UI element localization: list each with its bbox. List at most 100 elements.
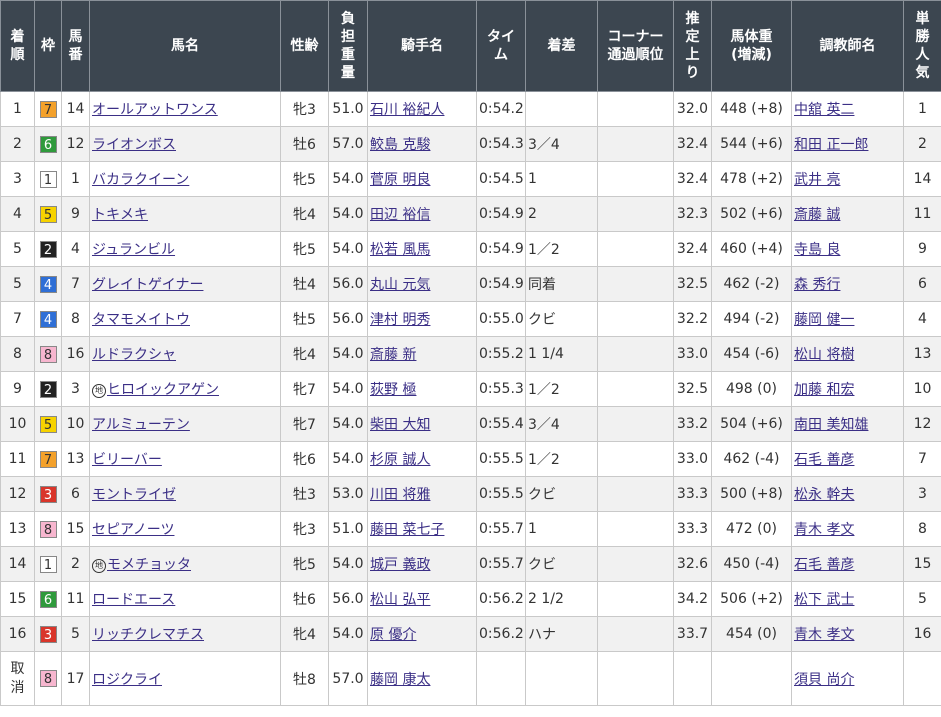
jockey-link[interactable]: 柴田 大知 [370, 417, 430, 433]
margin-cell: 2 1/2 [525, 581, 598, 617]
header-jockey[interactable]: 騎手名 [367, 0, 477, 92]
last3f-cell: 33.3 [673, 476, 712, 512]
table-row: 9 2 3 地ヒロイックアゲン 牝7 54.0 荻野 極 0:55.3 1／2 32.5 498 (… [0, 371, 941, 407]
trainer-link[interactable]: 松下 武士 [794, 592, 854, 608]
header-last3f[interactable]: 推定上り [673, 0, 712, 92]
trainer-link[interactable]: 武井 亮 [794, 172, 840, 188]
last3f-cell: 33.3 [673, 511, 712, 547]
horse-name-link[interactable]: バカラクイーン [92, 172, 189, 188]
sex-age-cell: 牝7 [280, 371, 329, 407]
popularity-cell [903, 651, 941, 706]
table-row: 16 3 5 リッチクレマチス 牝4 54.0 原 優介 0:56.2 ハナ 33.7 454 (0… [0, 616, 941, 652]
popularity-cell: 13 [903, 336, 941, 372]
horse-name-link[interactable]: ヒロイックアゲン [107, 382, 219, 398]
waku-badge: 4 [39, 275, 57, 293]
horse-name-link[interactable]: ロジクライ [92, 672, 162, 688]
jockey-link[interactable]: 藤田 菜七子 [370, 522, 444, 538]
jockey-cell: 鮫島 克駿 [367, 126, 477, 162]
body-weight-cell: 504 (+6) [711, 406, 792, 442]
jockey-link[interactable]: 松山 弘平 [370, 592, 430, 608]
last3f-cell: 34.2 [673, 581, 712, 617]
trainer-link[interactable]: 斎藤 誠 [794, 207, 840, 223]
horse-name-link[interactable]: モントライゼ [92, 487, 176, 503]
sex-age-cell: 牡5 [280, 301, 329, 337]
horse-name-link[interactable]: オールアットワンス [92, 102, 218, 118]
waku-badge: 1 [39, 555, 57, 573]
waku-badge: 4 [39, 310, 57, 328]
jockey-link[interactable]: 城戸 義政 [370, 557, 430, 573]
jockey-link[interactable]: 藤岡 康太 [370, 672, 430, 688]
waku-cell: 7 [34, 91, 62, 127]
trainer-link[interactable]: 南田 美知雄 [794, 417, 868, 433]
jockey-link[interactable]: 田辺 裕信 [370, 207, 430, 223]
trainer-cell: 松下 武士 [791, 581, 904, 617]
corner-cell [597, 546, 674, 582]
horse-name-link[interactable]: アルミューテン [92, 417, 190, 433]
header-body-weight[interactable]: 馬体重 (増減) [711, 0, 792, 92]
waku-cell: 6 [34, 126, 62, 162]
trainer-link[interactable]: 石毛 善彦 [794, 452, 854, 468]
trainer-link[interactable]: 森 秀行 [794, 277, 840, 293]
jockey-link[interactable]: 津村 明秀 [370, 312, 430, 328]
trainer-link[interactable]: 松山 将樹 [794, 347, 854, 363]
weight-cell: 54.0 [328, 371, 368, 407]
jockey-link[interactable]: 杉原 誠人 [370, 452, 430, 468]
horse-name-link[interactable]: セピアノーツ [92, 522, 174, 538]
header-umaban[interactable]: 馬番 [61, 0, 90, 92]
jockey-link[interactable]: 川田 将雅 [370, 487, 430, 503]
jockey-link[interactable]: 松若 風馬 [370, 242, 430, 258]
jockey-link[interactable]: 丸山 元気 [370, 277, 430, 293]
trainer-link[interactable]: 松永 幹夫 [794, 487, 854, 503]
trainer-link[interactable]: 寺島 良 [794, 242, 840, 258]
horse-name-link[interactable]: グレイトゲイナー [92, 277, 203, 293]
margin-cell: 1 [525, 511, 598, 547]
trainer-link[interactable]: 青木 孝文 [794, 522, 854, 538]
jockey-link[interactable]: 斎藤 新 [370, 347, 416, 363]
header-corner[interactable]: コーナー 通過順位 [597, 0, 674, 92]
horse-name-link[interactable]: モメチョッタ [107, 557, 191, 573]
jockey-link[interactable]: 菅原 明良 [370, 172, 430, 188]
horse-name-link[interactable]: ルドラクシャ [92, 347, 176, 363]
waku-cell: 3 [34, 616, 62, 652]
trainer-link[interactable]: 青木 孝文 [794, 627, 854, 643]
weight-cell: 54.0 [328, 196, 368, 232]
sex-age-cell: 牝6 [280, 441, 329, 477]
jockey-link[interactable]: 鮫島 克駿 [370, 137, 430, 153]
horse-name-link[interactable]: ロードエース [92, 592, 175, 608]
horse-name-link[interactable]: ジュランビル [92, 242, 175, 258]
trainer-link[interactable]: 中舘 英二 [794, 102, 854, 118]
header-waku[interactable]: 枠 [34, 0, 62, 92]
horse-name-link[interactable]: ビリーバー [92, 452, 162, 468]
header-trainer[interactable]: 調教師名 [791, 0, 904, 92]
header-horse-name[interactable]: 馬名 [89, 0, 281, 92]
trainer-link[interactable]: 和田 正一郎 [794, 137, 868, 153]
trainer-link[interactable]: 石毛 善彦 [794, 557, 854, 573]
header-popularity[interactable]: 単勝人気 [903, 0, 941, 92]
weight-cell: 51.0 [328, 91, 368, 127]
horse-name-cell: セピアノーツ [89, 511, 281, 547]
header-weight[interactable]: 負担重量 [328, 0, 368, 92]
trainer-link[interactable]: 須貝 尚介 [794, 672, 854, 688]
horse-name-link[interactable]: リッチクレマチス [92, 627, 204, 643]
weight-cell: 54.0 [328, 161, 368, 197]
jockey-link[interactable]: 荻野 極 [370, 382, 416, 398]
trainer-link[interactable]: 藤岡 健一 [794, 312, 854, 328]
header-time[interactable]: タイム [476, 0, 526, 92]
trainer-link[interactable]: 加藤 和宏 [794, 382, 854, 398]
jockey-link[interactable]: 石川 裕紀人 [370, 102, 444, 118]
horse-name-link[interactable]: ライオンボス [92, 137, 176, 153]
body-weight-cell: 472 (0) [711, 511, 792, 547]
horse-name-link[interactable]: タマモメイトウ [92, 312, 190, 328]
header-margin[interactable]: 着差 [525, 0, 598, 92]
horse-name-cell: 地モメチョッタ [89, 546, 281, 582]
jockey-cell: 藤岡 康太 [367, 651, 477, 706]
header-rank[interactable]: 着順 [0, 0, 35, 92]
time-cell: 0:55.4 [476, 406, 526, 442]
weight-cell: 54.0 [328, 336, 368, 372]
jockey-link[interactable]: 原 優介 [370, 627, 416, 643]
horse-name-link[interactable]: トキメキ [92, 207, 148, 223]
weight-cell: 54.0 [328, 546, 368, 582]
trainer-cell: 青木 孝文 [791, 616, 904, 652]
header-sex-age[interactable]: 性齢 [280, 0, 329, 92]
popularity-cell: 8 [903, 511, 941, 547]
